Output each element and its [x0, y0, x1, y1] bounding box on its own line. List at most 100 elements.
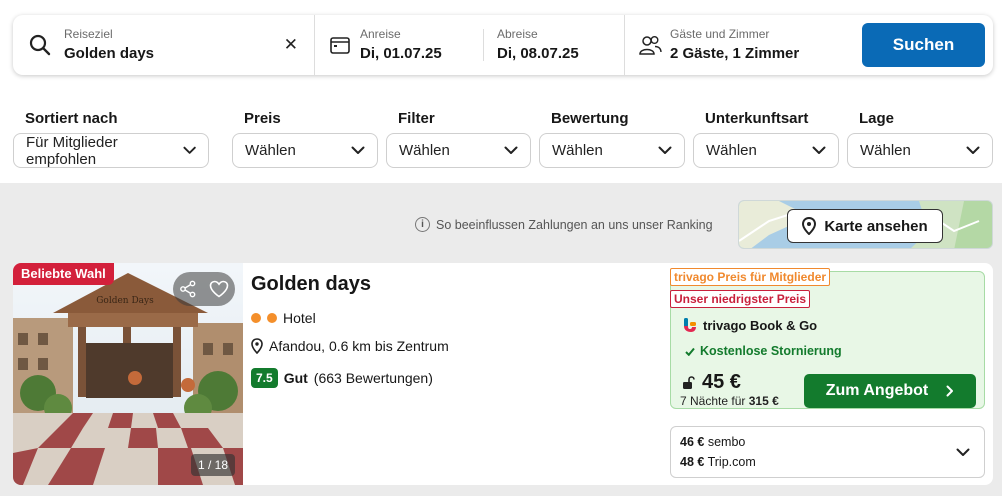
filter-label: Sortiert nach — [25, 110, 118, 127]
offer-site: Trip.com — [707, 455, 756, 469]
filter-value: Wählen — [399, 142, 450, 159]
price-select[interactable]: Wählen — [232, 133, 378, 168]
hotel-rating-row[interactable]: 7.5 Gut (663 Bewertungen) — [251, 368, 651, 388]
checkin-value[interactable]: Di, 01.07.25 — [360, 45, 442, 62]
photo-sign-text: Golden Days — [96, 296, 154, 306]
filter-select[interactable]: Wählen — [386, 133, 531, 168]
filter-sort: Sortiert nach Für Mitglieder empfohlen — [13, 110, 209, 168]
destination-input[interactable]: Golden days — [64, 45, 154, 62]
guests-icon — [639, 36, 662, 55]
other-offer: 46 € sembo — [680, 435, 745, 449]
hotel-name[interactable]: Golden days — [251, 273, 651, 296]
member-price-tag: trivago Preis für Mitglieder — [670, 268, 831, 286]
map-pin-icon — [251, 338, 263, 354]
filter-label: Filter — [398, 110, 435, 127]
filter-label: Unterkunftsart — [705, 110, 809, 127]
share-icon[interactable] — [179, 280, 197, 298]
filter-label: Bewertung — [551, 110, 629, 127]
accommodation-type-select[interactable]: Wählen — [693, 133, 839, 168]
checkmark-icon — [685, 347, 695, 356]
hotel-type-row: Hotel — [251, 310, 651, 326]
ranking-info-link[interactable]: i So beeinflussen Zahlungen an uns unser… — [415, 217, 713, 232]
destination-field[interactable]: Reiseziel Golden days ✕ — [13, 15, 315, 75]
filter-value: Wählen — [860, 142, 911, 159]
hotel-location: Afandou, 0.6 km bis Zentrum — [269, 338, 449, 354]
rating-select[interactable]: Wählen — [539, 133, 685, 168]
offer-price: 48 € — [680, 455, 705, 469]
destination-label: Reiseziel — [64, 27, 113, 41]
close-icon[interactable]: ✕ — [284, 35, 298, 55]
other-offer: 48 € Trip.com — [680, 455, 756, 469]
map-button[interactable]: Karte ansehen — [787, 209, 943, 243]
free-cancellation: Kostenlose Stornierung — [685, 344, 842, 358]
lowest-price-tag: Unser niedrigster Preis — [670, 290, 811, 308]
view-deal-button[interactable]: Zum Angebot — [804, 374, 976, 408]
hotel-card: Golden Days Beliebte Wahl 1 / 18 Golden … — [13, 263, 993, 485]
search-button[interactable]: Suchen — [862, 23, 985, 67]
star-dot-icon — [251, 313, 261, 323]
ranking-note-text: So beeinflussen Zahlungen an uns unser R… — [436, 217, 713, 232]
info-icon: i — [415, 217, 430, 232]
chevron-down-icon — [504, 146, 518, 154]
hotel-type: Hotel — [283, 310, 316, 326]
checkin-label: Anreise — [360, 27, 401, 41]
checkout-value[interactable]: Di, 08.07.25 — [497, 45, 579, 62]
deal-provider: trivago Book & Go — [683, 318, 817, 333]
provider-name: trivago Book & Go — [703, 318, 818, 333]
filter-price: Preis Wählen — [232, 110, 378, 168]
guests-label: Gäste und Zimmer — [670, 27, 770, 41]
heart-icon[interactable] — [209, 280, 229, 298]
filter-bar: Sortiert nach Für Mitglieder empfohlen P… — [13, 110, 993, 170]
checkout-label: Abreise — [497, 27, 538, 41]
deal-price: 45 € — [702, 371, 741, 393]
filter-value: Wählen — [245, 142, 296, 159]
search-icon — [29, 34, 51, 56]
results-area: i So beeinflussen Zahlungen an uns unser… — [0, 183, 1002, 496]
nights-total: 7 Nächte für 315 € — [680, 394, 779, 408]
map-preview[interactable]: Karte ansehen — [738, 200, 993, 249]
cancellation-text: Kostenlose Stornierung — [700, 344, 842, 358]
star-dot-icon — [267, 313, 277, 323]
guests-value[interactable]: 2 Gäste, 1 Zimmer — [670, 45, 799, 62]
filter-accommodation-type: Unterkunftsart Wählen — [693, 110, 839, 168]
offer-price: 46 € — [680, 435, 705, 449]
price-row: 45 € — [682, 371, 741, 394]
popular-badge: Beliebte Wahl — [13, 263, 114, 285]
hotel-info: Golden days Hotel Afandou, 0.6 km bis Ze… — [251, 273, 651, 388]
chevron-right-icon — [946, 385, 954, 397]
calendar-icon — [330, 37, 350, 54]
date-range-field[interactable]: Anreise Di, 01.07.25 Abreise Di, 08.07.2… — [315, 15, 625, 75]
date-divider — [483, 29, 484, 61]
view-deal-label: Zum Angebot — [825, 382, 929, 399]
filter-filter: Filter Wählen — [386, 110, 531, 168]
filter-value: Wählen — [706, 142, 757, 159]
other-offers-dropdown[interactable]: 46 € sembo 48 € Trip.com — [670, 426, 985, 478]
rating-score: 7.5 — [251, 368, 278, 388]
hotel-photo[interactable]: Golden Days Beliebte Wahl 1 / 18 — [13, 263, 243, 485]
location-select[interactable]: Wählen — [847, 133, 993, 168]
map-pin-icon — [802, 217, 817, 235]
filter-value: Wählen — [552, 142, 603, 159]
filter-label: Lage — [859, 110, 895, 127]
filter-label: Preis — [244, 110, 281, 127]
guests-field[interactable]: Gäste und Zimmer 2 Gäste, 1 Zimmer Suche… — [625, 15, 993, 75]
nights-total-price: 315 € — [748, 394, 779, 408]
filter-rating: Bewertung Wählen — [539, 110, 685, 168]
rating-word: Gut — [283, 370, 308, 386]
offer-site: sembo — [707, 435, 746, 449]
photo-counter: 1 / 18 — [190, 454, 235, 476]
sort-select[interactable]: Für Mitglieder empfohlen — [13, 133, 209, 168]
chevron-down-icon — [966, 146, 980, 154]
chevron-down-icon — [658, 146, 672, 154]
trivago-logo-icon — [684, 318, 696, 332]
chevron-down-icon — [956, 448, 970, 456]
nights-text: 7 Nächte für — [680, 394, 746, 408]
photo-actions — [173, 272, 235, 306]
chevron-down-icon — [812, 146, 826, 154]
lock-icon — [683, 375, 695, 389]
search-bar: Reiseziel Golden days ✕ Anreise Di, 01.0… — [13, 15, 993, 75]
rating-count: (663 Bewertungen) — [313, 370, 433, 386]
filter-location: Lage Wählen — [847, 110, 993, 168]
chevron-down-icon — [351, 146, 365, 154]
hotel-location-row: Afandou, 0.6 km bis Zentrum — [251, 338, 651, 354]
